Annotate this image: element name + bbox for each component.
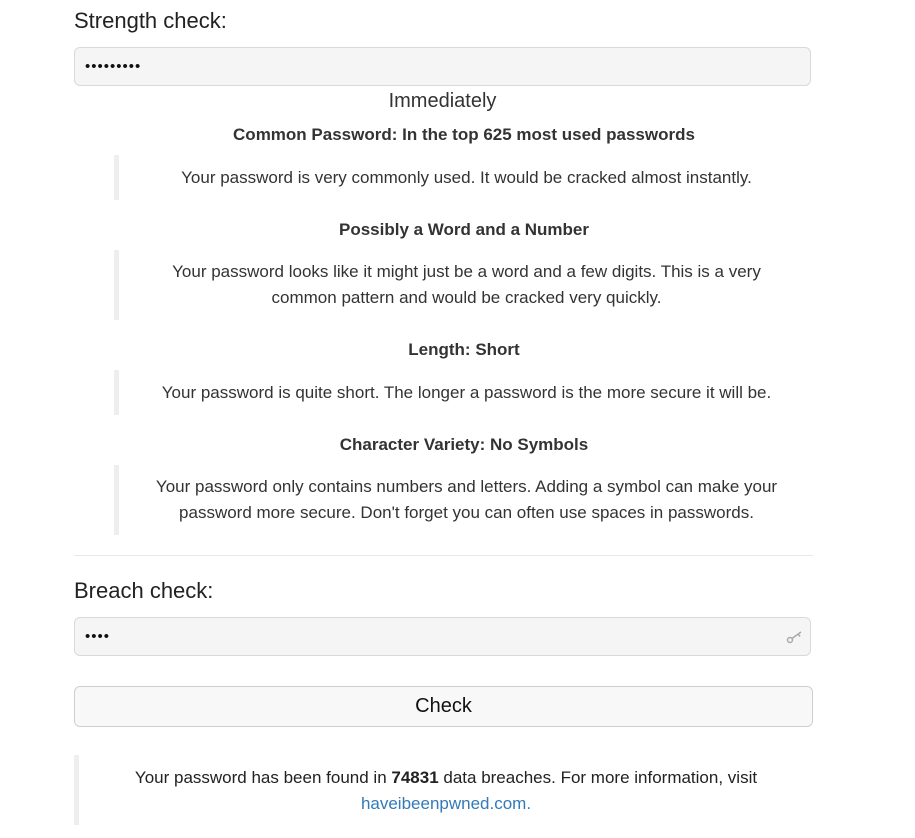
check-button[interactable]: Check — [74, 686, 813, 727]
feedback-quote: Your password is very commonly used. It … — [114, 155, 814, 200]
strength-password-input[interactable]: ••••••••• — [74, 47, 811, 86]
feedback-quote: Your password is quite short. The longer… — [114, 370, 814, 415]
result-suffix: data breaches. For more information, vis… — [438, 768, 758, 787]
feedback-text: Your password looks like it might just b… — [172, 262, 761, 307]
haveibeenpwned-link[interactable]: haveibeenpwned.com. — [361, 794, 531, 813]
breach-check-label: Breach check: — [74, 578, 214, 603]
feedback-text: Your password is very commonly used. It … — [181, 167, 752, 187]
feedback-title: Character Variety: No Symbols — [339, 435, 589, 454]
feedback-quote: Your password only contains numbers and … — [114, 465, 814, 535]
breach-password-value: •••• — [85, 628, 111, 645]
key-icon[interactable] — [786, 629, 804, 650]
breach-password-input[interactable]: •••• — [74, 617, 811, 656]
feedback-quote: Your password looks like it might just b… — [114, 250, 814, 320]
feedback-title: Possibly a Word and a Number — [338, 220, 590, 239]
feedback-text: Your password only contains numbers and … — [155, 477, 778, 522]
strength-check-label: Strength check: — [74, 8, 227, 33]
result-prefix: Your password has been found in — [134, 768, 392, 787]
strength-password-value: ••••••••• — [85, 58, 142, 75]
feedback-text: Your password is quite short. The longer… — [161, 382, 772, 402]
feedback-title: Common Password: In the top 625 most use… — [233, 125, 695, 144]
section-divider — [74, 555, 813, 556]
breach-count: 74831 — [391, 768, 439, 787]
feedback-title: Length: Short — [408, 340, 520, 359]
breach-result: Your password has been found in 74831 da… — [74, 755, 813, 825]
crack-time: Immediately — [388, 90, 497, 112]
